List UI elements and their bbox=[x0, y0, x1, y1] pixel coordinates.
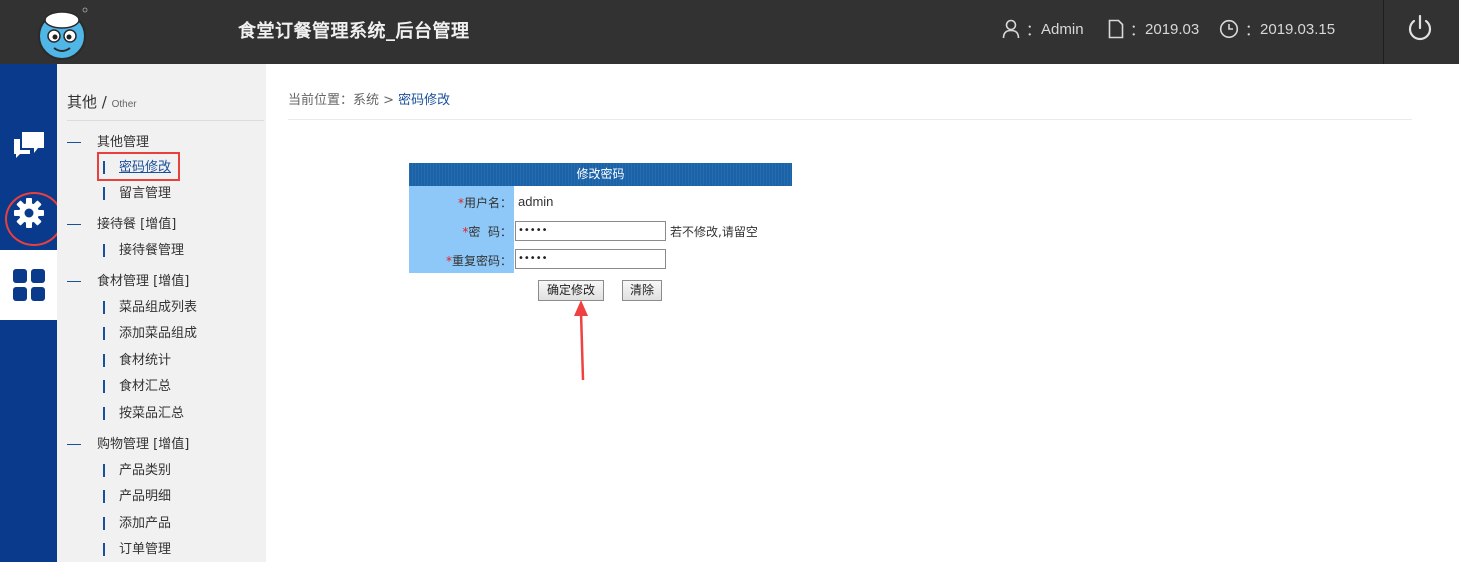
password-input[interactable]: ••••• bbox=[515, 221, 666, 241]
username-label-text: 用户名： bbox=[463, 196, 512, 210]
group-dash bbox=[67, 281, 81, 282]
rail-item-settings[interactable] bbox=[0, 180, 57, 246]
sidebar-heading-title: 其他 bbox=[67, 93, 98, 111]
breadcrumb: 当前位置：系统 > 密码修改 bbox=[288, 89, 450, 108]
sidebar-group-other[interactable]: 其他管理 bbox=[67, 131, 149, 150]
sidebar-item-ingredient-summary[interactable]: 食材汇总 bbox=[103, 375, 171, 394]
mascot-logo bbox=[38, 7, 88, 60]
gear-icon bbox=[13, 198, 44, 228]
item-bar bbox=[103, 543, 105, 556]
group-dash bbox=[67, 142, 81, 143]
sidebar-item-ingredient-stats[interactable]: 食材统计 bbox=[103, 349, 171, 368]
sidebar-group-shopping[interactable]: 购物管理 [增值] bbox=[67, 433, 189, 452]
user-name: Admin bbox=[1041, 20, 1084, 38]
sidebar-menu: 其他 / Other 其他管理 密码修改 留言管理 接待餐 [增值] 接待餐管理… bbox=[57, 64, 266, 562]
sidebar-group-label: 其他管理 bbox=[97, 135, 150, 150]
item-bar bbox=[103, 490, 105, 503]
current-date: ： 2019.03.15 bbox=[1219, 18, 1335, 40]
rail-item-messages[interactable] bbox=[0, 112, 57, 178]
date-value: 2019.03.15 bbox=[1260, 20, 1336, 38]
sidebar-item-change-password[interactable]: 密码修改 bbox=[103, 156, 171, 175]
sidebar-item-label: 产品明细 bbox=[119, 489, 172, 504]
repeat-password-label-text: 重复密码： bbox=[451, 254, 512, 268]
sidebar-item-label: 产品类别 bbox=[119, 463, 172, 478]
sidebar-item-label: 添加产品 bbox=[119, 516, 172, 531]
sidebar-item-label: 密码修改 bbox=[119, 160, 172, 175]
item-bar bbox=[103, 464, 105, 477]
header-sep: ： bbox=[1026, 21, 1042, 39]
group-dash bbox=[67, 224, 81, 225]
sidebar-item-label: 按菜品汇总 bbox=[119, 406, 185, 421]
header-divider bbox=[1383, 0, 1384, 64]
sidebar-item-label: 留言管理 bbox=[119, 186, 172, 201]
grid-icon bbox=[12, 269, 45, 301]
current-user: ： Admin bbox=[1002, 18, 1084, 40]
item-bar bbox=[103, 244, 105, 257]
document-icon bbox=[1108, 19, 1124, 39]
item-bar bbox=[103, 161, 105, 174]
sidebar-item-label: 菜品组成列表 bbox=[119, 300, 198, 315]
sidebar-item-product-detail[interactable]: 产品明细 bbox=[103, 485, 171, 504]
item-bar bbox=[103, 327, 105, 340]
month-value: 2019.03 bbox=[1145, 20, 1200, 38]
sidebar-group-label: 接待餐 [增值] bbox=[97, 217, 177, 232]
item-bar bbox=[103, 301, 105, 314]
sidebar-heading-sub: Other bbox=[111, 99, 137, 110]
username-value: admin bbox=[518, 194, 554, 209]
current-month: ： 2019.03 bbox=[1108, 18, 1199, 40]
top-header: 食堂订餐管理系统_后台管理 ： Admin ： 2019.03 ： 2019.0… bbox=[0, 0, 1459, 64]
sidebar-item-add-dish-composition[interactable]: 添加菜品组成 bbox=[103, 322, 197, 341]
rail-item-other[interactable] bbox=[0, 250, 57, 320]
breadcrumb-divider bbox=[288, 119, 1412, 120]
breadcrumb-prefix: 当前位置：系统 > bbox=[288, 93, 399, 108]
sidebar-item-label: 接待餐管理 bbox=[119, 243, 185, 258]
group-dash bbox=[67, 444, 81, 445]
repeat-password-input[interactable]: ••••• bbox=[515, 249, 666, 269]
username-label: *用户名： bbox=[409, 194, 514, 211]
chat-icon bbox=[13, 132, 44, 158]
header-sep: ： bbox=[1245, 21, 1261, 39]
password-hint: 若不修改,请留空 bbox=[670, 225, 758, 239]
item-bar bbox=[103, 380, 105, 393]
sidebar-item-label: 订单管理 bbox=[119, 542, 172, 557]
repeat-password-label: *重复密码： bbox=[409, 252, 514, 269]
user-icon bbox=[1002, 19, 1020, 39]
sidebar-item-order-manage[interactable]: 订单管理 bbox=[103, 538, 171, 557]
sidebar-item-label: 食材汇总 bbox=[119, 379, 172, 394]
sidebar-group-ingredients[interactable]: 食材管理 [增值] bbox=[67, 270, 189, 289]
sidebar-item-summary-by-dish[interactable]: 按菜品汇总 bbox=[103, 402, 184, 421]
sidebar-heading: 其他 / Other bbox=[67, 91, 264, 121]
item-bar bbox=[103, 407, 105, 420]
password-label: *密 码： bbox=[409, 223, 514, 240]
item-bar bbox=[103, 517, 105, 530]
sidebar-item-label: 食材统计 bbox=[119, 353, 172, 368]
icon-rail bbox=[0, 64, 57, 562]
breadcrumb-current[interactable]: 密码修改 bbox=[398, 93, 450, 108]
sidebar-item-label: 添加菜品组成 bbox=[119, 326, 198, 341]
sidebar-item-dish-composition-list[interactable]: 菜品组成列表 bbox=[103, 296, 197, 315]
sidebar-item-product-category[interactable]: 产品类别 bbox=[103, 459, 171, 478]
sidebar-item-add-product[interactable]: 添加产品 bbox=[103, 512, 171, 531]
submit-button[interactable]: 确定修改 bbox=[538, 280, 604, 301]
form-title: 修改密码 bbox=[409, 163, 792, 186]
annotation-arrow bbox=[574, 300, 588, 381]
sidebar-item-messages[interactable]: 留言管理 bbox=[103, 182, 171, 201]
clear-button[interactable]: 清除 bbox=[622, 280, 662, 301]
sidebar-heading-sep: / bbox=[97, 93, 112, 111]
sidebar-group-label: 购物管理 [增值] bbox=[97, 437, 190, 452]
clock-icon bbox=[1219, 19, 1239, 39]
sidebar-group-label: 食材管理 [增值] bbox=[97, 274, 190, 289]
item-bar bbox=[103, 187, 105, 200]
system-title: 食堂订餐管理系统_后台管理 bbox=[238, 21, 470, 42]
sidebar-item-reception-manage[interactable]: 接待餐管理 bbox=[103, 239, 184, 258]
sidebar-group-reception[interactable]: 接待餐 [增值] bbox=[67, 213, 176, 232]
password-label-text: 密 码： bbox=[468, 225, 512, 239]
header-sep: ： bbox=[1130, 21, 1146, 39]
power-icon[interactable] bbox=[1405, 12, 1435, 44]
item-bar bbox=[103, 354, 105, 367]
